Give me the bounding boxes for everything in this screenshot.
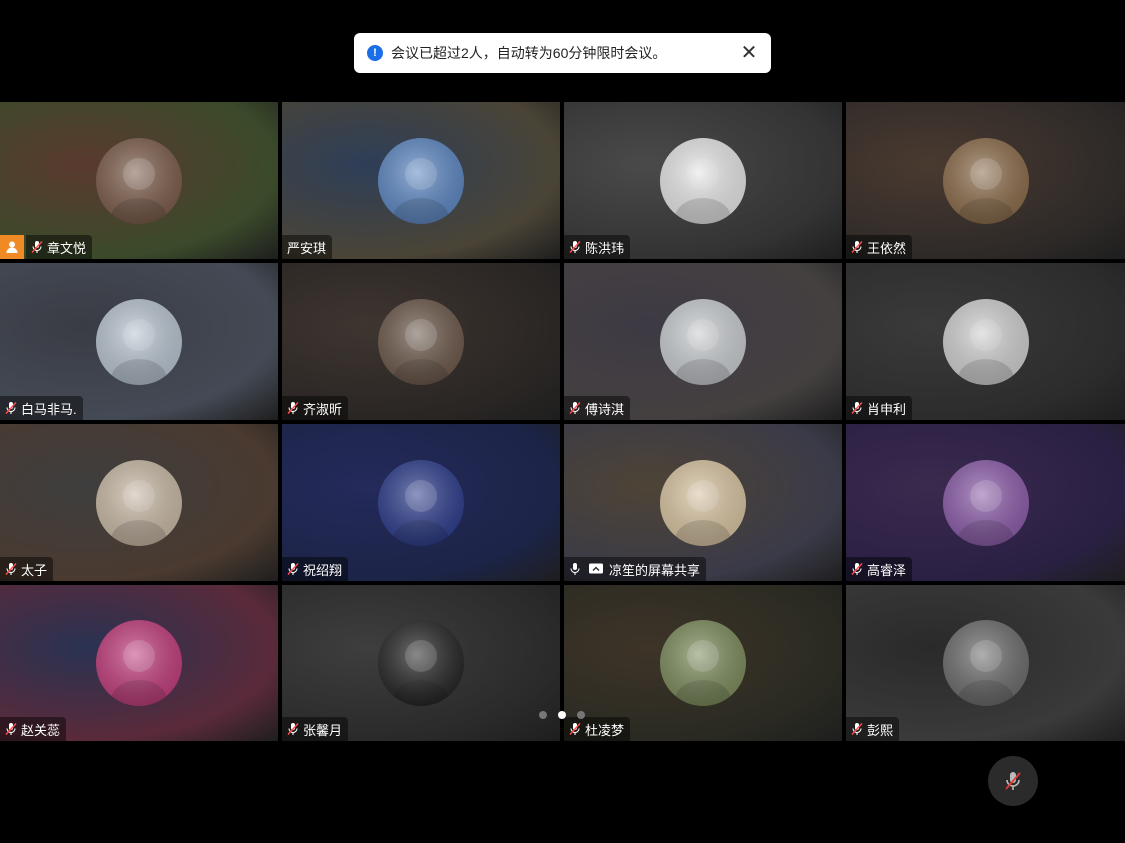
- avatar: [942, 298, 1029, 385]
- participant-tile[interactable]: 肖申利: [846, 263, 1125, 420]
- avatar: [660, 298, 746, 385]
- page-dot-3[interactable]: [577, 711, 585, 719]
- participant-name: 章文悦: [47, 240, 87, 256]
- mic-muted-icon: [4, 401, 18, 415]
- mic-muted-icon: [286, 562, 300, 576]
- participant-name: 赵关蕊: [21, 722, 61, 738]
- mic-muted-icon: [1005, 772, 1021, 790]
- avatar: [378, 620, 464, 706]
- participant-name: 严安琪: [287, 240, 327, 256]
- name-tag: 太子: [0, 557, 54, 581]
- participant-tile[interactable]: 凉笙的屏幕共享: [564, 424, 842, 581]
- participant-tile[interactable]: 王依然: [846, 102, 1125, 259]
- mic-muted-icon: [568, 401, 582, 415]
- name-tag: 高睿泽: [846, 557, 913, 581]
- mic-muted-icon: [30, 240, 44, 254]
- mic-muted-icon: [850, 722, 864, 736]
- participant-name: 傅诗淇: [585, 401, 625, 417]
- close-icon[interactable]: ✕: [739, 43, 759, 63]
- participant-name: 张馨月: [303, 722, 343, 738]
- name-tag: 白马非马.: [0, 396, 83, 420]
- mic-muted-icon: [850, 240, 864, 254]
- avatar: [378, 298, 464, 385]
- name-tag: 祝绍翔: [282, 557, 349, 581]
- participant-tile[interactable]: 齐淑昕: [282, 263, 560, 420]
- avatar: [96, 459, 182, 546]
- participant-tile[interactable]: 章文悦: [0, 102, 278, 259]
- name-tag: 齐淑昕: [282, 396, 349, 420]
- name-tag: 肖申利: [846, 396, 913, 420]
- mic-muted-icon: [568, 722, 582, 736]
- avatar: [942, 459, 1029, 546]
- name-tag: 赵关蕊: [0, 717, 67, 741]
- participant-name: 白马非马.: [21, 401, 77, 417]
- name-tag: 彭熙: [846, 717, 900, 741]
- participant-name: 凉笙的屏幕共享: [609, 562, 701, 578]
- participant-tile[interactable]: 高睿泽: [846, 424, 1125, 581]
- notification-toast: ! 会议已超过2人，自动转为60分钟限时会议。 ✕: [354, 33, 771, 73]
- page-dot-1[interactable]: [539, 711, 547, 719]
- name-tag: 陈洪玮: [564, 235, 631, 259]
- participant-grid: 章文悦 严安琪 陈洪玮 王依然白马非马. 齐淑昕 傅诗淇 肖申利太子 祝绍翔 凉笙的屏幕共享 高睿…: [0, 102, 1125, 741]
- pagination-dots: [539, 711, 585, 719]
- participant-name: 祝绍翔: [303, 562, 343, 578]
- mic-muted-icon: [4, 562, 18, 576]
- participant-tile[interactable]: 赵关蕊: [0, 585, 278, 741]
- mic-muted-icon: [4, 722, 18, 736]
- info-icon: !: [367, 45, 383, 61]
- name-tag: 张馨月: [282, 717, 349, 741]
- floating-mic-button[interactable]: [988, 756, 1038, 806]
- mic-muted-icon: [286, 722, 300, 736]
- participant-tile[interactable]: 彭熙: [846, 585, 1125, 741]
- mic-muted-icon: [568, 240, 582, 254]
- avatar: [660, 137, 746, 224]
- avatar: [378, 137, 464, 224]
- avatar: [942, 620, 1029, 706]
- participant-name: 杜凌梦: [585, 722, 625, 738]
- participant-tile[interactable]: 祝绍翔: [282, 424, 560, 581]
- screen-share-icon: [588, 562, 604, 576]
- participant-tile[interactable]: 严安琪: [282, 102, 560, 259]
- host-icon: [0, 235, 24, 259]
- name-tag: 王依然: [846, 235, 913, 259]
- participant-tile[interactable]: 傅诗淇: [564, 263, 842, 420]
- mic-muted-icon: [286, 401, 300, 415]
- participant-tile[interactable]: 张馨月: [282, 585, 560, 741]
- name-tag: 傅诗淇: [564, 396, 631, 420]
- avatar: [660, 459, 746, 546]
- participant-tile[interactable]: 杜凌梦: [564, 585, 842, 741]
- participant-name: 太子: [21, 562, 48, 578]
- avatar: [96, 620, 182, 706]
- participant-tile[interactable]: 陈洪玮: [564, 102, 842, 259]
- participant-name: 陈洪玮: [585, 240, 625, 256]
- mic-muted-icon: [850, 562, 864, 576]
- name-tag: 严安琪: [282, 235, 333, 259]
- avatar: [96, 137, 182, 224]
- avatar: [96, 298, 182, 385]
- participant-name: 高睿泽: [867, 562, 907, 578]
- participant-name: 彭熙: [867, 722, 894, 738]
- participant-tile[interactable]: 太子: [0, 424, 278, 581]
- mic-icon: [568, 562, 582, 576]
- name-tag: 章文悦: [26, 235, 93, 259]
- avatar: [378, 459, 464, 546]
- name-tag: 杜凌梦: [564, 717, 631, 741]
- participant-name: 齐淑昕: [303, 401, 343, 417]
- name-tag: 凉笙的屏幕共享: [564, 557, 707, 581]
- participant-name: 肖申利: [867, 401, 907, 417]
- participant-tile[interactable]: 白马非马.: [0, 263, 278, 420]
- notification-message: 会议已超过2人，自动转为60分钟限时会议。: [391, 45, 667, 61]
- mic-muted-icon: [850, 401, 864, 415]
- avatar: [660, 620, 746, 706]
- participant-name: 王依然: [867, 240, 907, 256]
- page-dot-2[interactable]: [558, 711, 566, 719]
- avatar: [942, 137, 1029, 224]
